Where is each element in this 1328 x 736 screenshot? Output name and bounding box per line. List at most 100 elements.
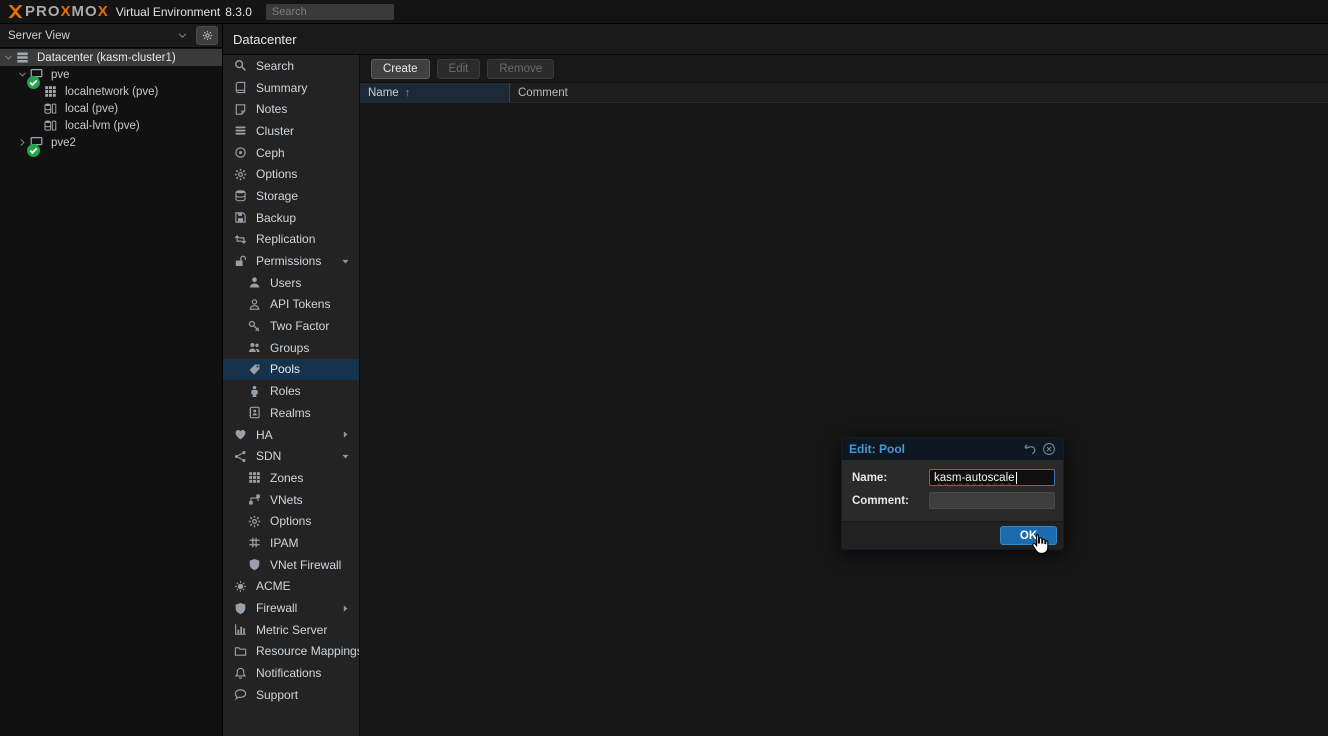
tree-item-datacenter-kasm-cluster1[interactable]: Datacenter (kasm-cluster1) bbox=[0, 49, 222, 66]
column-header-name[interactable]: Name↑ bbox=[360, 83, 510, 102]
close-icon[interactable] bbox=[1042, 442, 1056, 456]
menu-item-resource-mappings[interactable]: Resource Mappings bbox=[223, 641, 359, 663]
node-icon bbox=[30, 136, 46, 149]
menu-item-notes[interactable]: Notes bbox=[223, 98, 359, 120]
bell-icon bbox=[234, 667, 249, 680]
acme-icon bbox=[234, 580, 249, 593]
node-icon bbox=[30, 68, 46, 81]
key-icon bbox=[248, 320, 263, 333]
menu-item-sdn[interactable]: SDN bbox=[223, 445, 359, 467]
collapse-arrow-icon[interactable] bbox=[341, 257, 350, 266]
main-content: Create Edit Remove Name↑Comment bbox=[360, 55, 1328, 736]
gear-icon bbox=[234, 168, 249, 181]
menu-item-search[interactable]: Search bbox=[223, 55, 359, 77]
undo-icon[interactable] bbox=[1023, 442, 1037, 456]
menu-item-firewall[interactable]: Firewall bbox=[223, 597, 359, 619]
menu-item-storage[interactable]: Storage bbox=[223, 185, 359, 207]
user-o-icon bbox=[248, 298, 263, 311]
column-header-comment[interactable]: Comment bbox=[510, 83, 1328, 102]
menu-item-cluster[interactable]: Cluster bbox=[223, 120, 359, 142]
ipam-icon bbox=[248, 536, 263, 549]
collapse-arrow-icon[interactable] bbox=[341, 452, 350, 461]
menu-item-two-factor[interactable]: Two Factor bbox=[223, 315, 359, 337]
menu-item-pools[interactable]: Pools bbox=[223, 359, 359, 381]
book-icon bbox=[234, 81, 249, 94]
menu-item-notifications[interactable]: Notifications bbox=[223, 662, 359, 684]
menu-item-label: Groups bbox=[270, 341, 309, 355]
menu-item-realms[interactable]: Realms bbox=[223, 402, 359, 424]
menu-item-ha[interactable]: HA bbox=[223, 424, 359, 446]
expander-spacer bbox=[32, 103, 44, 114]
tree-item-local-pve[interactable]: local (pve) bbox=[0, 100, 222, 117]
expander-spacer bbox=[32, 120, 44, 131]
menu-item-zones[interactable]: Zones bbox=[223, 467, 359, 489]
nameinput[interactable]: kasm-autoscale bbox=[929, 469, 1055, 486]
edit-button[interactable]: Edit bbox=[437, 59, 481, 79]
brand-wordmark: PROXMOX bbox=[25, 4, 109, 19]
menu-item-label: ACME bbox=[256, 579, 291, 593]
menu-item-acme[interactable]: ACME bbox=[223, 576, 359, 598]
unlock-icon bbox=[234, 255, 249, 268]
menu-item-label: Backup bbox=[256, 211, 296, 225]
expander-open-icon[interactable] bbox=[4, 52, 16, 63]
menu-item-users[interactable]: Users bbox=[223, 272, 359, 294]
tree-item-label: pve2 bbox=[51, 137, 76, 149]
menu-item-backup[interactable]: Backup bbox=[223, 207, 359, 229]
folder-icon bbox=[234, 645, 249, 658]
dialog-header[interactable]: Edit: Pool bbox=[842, 438, 1063, 460]
field-row-name: Name:kasm-autoscale bbox=[852, 469, 1055, 486]
online-check-icon bbox=[27, 144, 35, 152]
gear-icon bbox=[248, 515, 263, 528]
vnets-icon bbox=[248, 493, 263, 506]
menu-item-label: Summary bbox=[256, 81, 307, 95]
tree-item-pve[interactable]: pve bbox=[0, 66, 222, 83]
menu-item-label: VNet Firewall bbox=[270, 558, 341, 572]
heart-icon bbox=[234, 428, 249, 441]
menu-item-metric-server[interactable]: Metric Server bbox=[223, 619, 359, 641]
menu-item-ceph[interactable]: Ceph bbox=[223, 142, 359, 164]
menu-item-label: Two Factor bbox=[270, 319, 329, 333]
tree-settings-button[interactable] bbox=[196, 26, 218, 45]
menu-item-label: Options bbox=[270, 514, 311, 528]
tree-item-local-lvm-pve[interactable]: local-lvm (pve) bbox=[0, 117, 222, 134]
expand-arrow-icon[interactable] bbox=[341, 430, 350, 439]
tree-toolbar: Server View bbox=[0, 24, 223, 48]
content-toolbar: Create Edit Remove bbox=[360, 55, 1328, 82]
menu-item-vnet-firewall[interactable]: VNet Firewall bbox=[223, 554, 359, 576]
menu-item-ipam[interactable]: IPAM bbox=[223, 532, 359, 554]
sdn-icon bbox=[234, 450, 249, 463]
tree-item-label: local (pve) bbox=[65, 103, 118, 115]
chevron-down-icon bbox=[177, 30, 188, 41]
menu-item-options[interactable]: Options bbox=[223, 510, 359, 532]
menu-item-label: Metric Server bbox=[256, 623, 327, 637]
menu-item-label: Storage bbox=[256, 189, 298, 203]
menu-item-vnets[interactable]: VNets bbox=[223, 489, 359, 511]
sort-ascending-icon: ↑ bbox=[405, 87, 411, 99]
menu-item-label: Zones bbox=[270, 471, 303, 485]
grid-header: Name↑Comment bbox=[360, 82, 1328, 103]
db-panel-icon bbox=[44, 119, 60, 132]
menu-item-support[interactable]: Support bbox=[223, 684, 359, 706]
remove-button[interactable]: Remove bbox=[487, 59, 554, 79]
menu-item-label: Resource Mappings bbox=[256, 644, 360, 658]
tree-item-pve2[interactable]: pve2 bbox=[0, 134, 222, 151]
menu-item-replication[interactable]: Replication bbox=[223, 229, 359, 251]
menu-item-permissions[interactable]: Permissions bbox=[223, 250, 359, 272]
tree-item-label: pve bbox=[51, 69, 70, 81]
menu-item-summary[interactable]: Summary bbox=[223, 77, 359, 99]
menu-item-groups[interactable]: Groups bbox=[223, 337, 359, 359]
proxmox-logo-icon bbox=[8, 4, 23, 19]
menu-item-roles[interactable]: Roles bbox=[223, 380, 359, 402]
menu-item-label: Pools bbox=[270, 362, 300, 376]
user-icon bbox=[248, 276, 263, 289]
menu-item-api-tokens[interactable]: API Tokens bbox=[223, 294, 359, 316]
menu-item-label: Replication bbox=[256, 232, 315, 246]
menu-item-options[interactable]: Options bbox=[223, 163, 359, 185]
view-selector[interactable]: Server View bbox=[8, 26, 196, 46]
grid9-icon bbox=[44, 85, 60, 98]
search-input[interactable] bbox=[266, 4, 394, 20]
expand-arrow-icon[interactable] bbox=[341, 604, 350, 613]
commentinput[interactable] bbox=[929, 492, 1055, 509]
create-button[interactable]: Create bbox=[371, 59, 430, 79]
ok-button[interactable]: OK bbox=[1000, 526, 1057, 545]
